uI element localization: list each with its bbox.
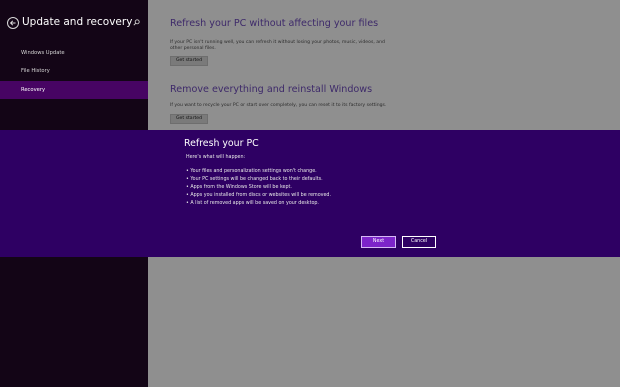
next-button[interactable]: Next (361, 236, 396, 248)
list-item: Your files and personalization settings … (186, 168, 331, 176)
search-icon[interactable] (133, 19, 140, 26)
refresh-pc-dialog: Refresh your PC Here's what will happen:… (0, 130, 620, 257)
refresh-get-started-button[interactable]: Get started (170, 56, 208, 66)
sidebar-title: Update and recovery (22, 16, 133, 28)
dialog-title: Refresh your PC (184, 138, 259, 149)
list-item: A list of removed apps will be saved on … (186, 200, 331, 208)
list-item: Apps from the Windows Store will be kept… (186, 184, 331, 192)
reset-get-started-button[interactable]: Get started (170, 114, 208, 124)
list-item: Your PC settings will be changed back to… (186, 176, 331, 184)
back-arrow-icon[interactable] (7, 17, 19, 29)
cancel-button[interactable]: Cancel (402, 236, 436, 248)
sidebar-item-recovery[interactable]: Recovery (0, 81, 148, 99)
reset-section-description: If you want to recycle your PC or start … (170, 103, 387, 108)
sidebar-item-label: Recovery (21, 87, 46, 93)
refresh-section-description: If your PC isn't running well, you can r… (170, 40, 385, 51)
sidebar-item-windows-update[interactable]: Windows Update (0, 44, 148, 62)
sidebar-item-label: File History (21, 68, 50, 74)
dialog-subtitle: Here's what will happen: (186, 155, 246, 160)
reset-section-title: Remove everything and reinstall Windows (170, 84, 373, 95)
refresh-section-title: Refresh your PC without affecting your f… (170, 18, 379, 29)
list-item: Apps you installed from discs or website… (186, 192, 331, 200)
sidebar-item-label: Windows Update (21, 50, 65, 56)
sidebar-item-file-history[interactable]: File History (0, 62, 148, 80)
what-will-happen-list: Your files and personalization settings … (186, 168, 331, 208)
